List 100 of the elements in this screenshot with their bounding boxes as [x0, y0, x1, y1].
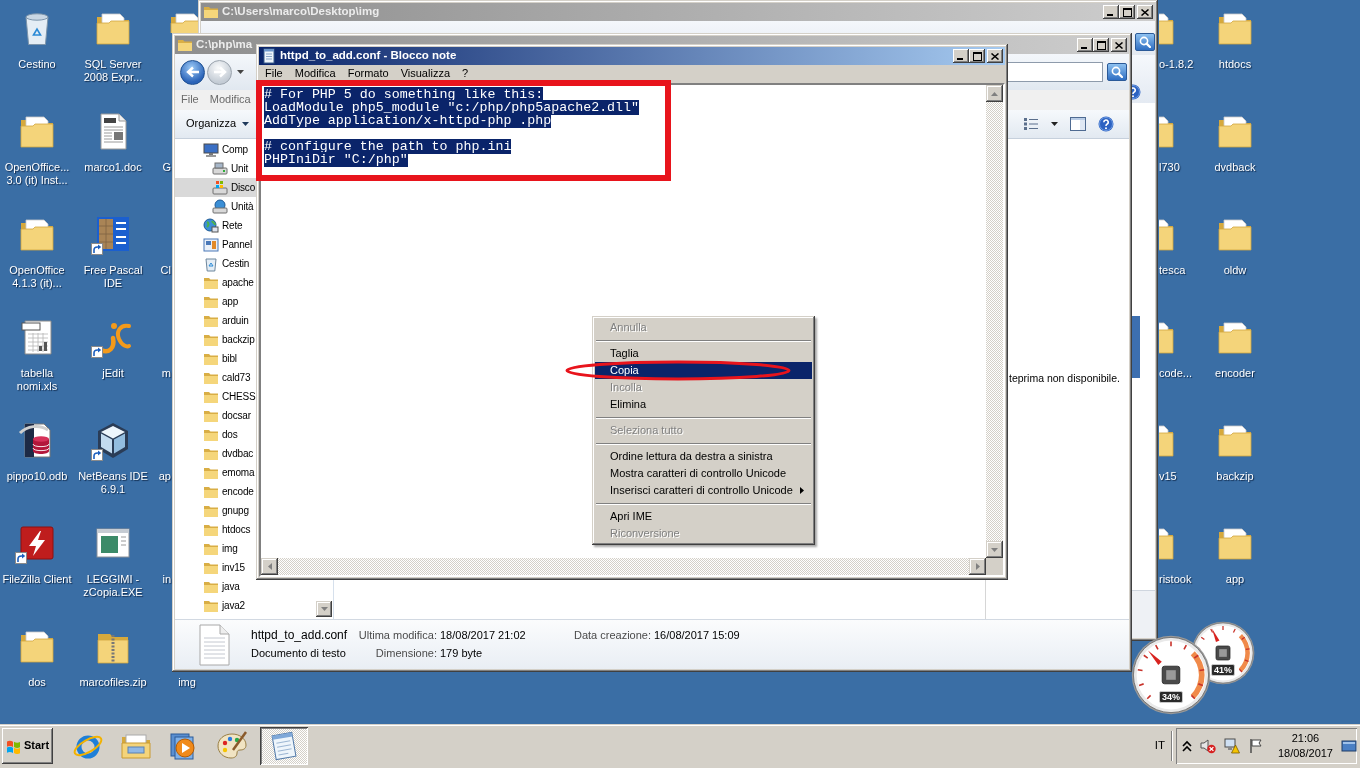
scroll-down-button[interactable]	[316, 601, 332, 617]
tree-item[interactable]: Cestin	[175, 254, 256, 273]
tree-item[interactable]: java2	[175, 596, 256, 615]
desktop-icon-label[interactable]: FileZilla Client	[2, 573, 72, 586]
menu-item[interactable]: ?	[456, 66, 475, 81]
language-indicator[interactable]: IT	[1154, 739, 1165, 753]
tree-item[interactable]: Unit	[175, 159, 256, 178]
bolt-tile-icon[interactable]	[17, 523, 57, 563]
tree-item[interactable]: backzip	[175, 330, 256, 349]
menu-item[interactable]: Elimina	[610, 397, 647, 412]
desktop-icon-label[interactable]: in	[150, 573, 171, 586]
caret-icon[interactable]	[1051, 122, 1058, 126]
organize-button[interactable]: Organizza	[186, 117, 250, 131]
menu-item[interactable]: Apri IME	[610, 509, 653, 524]
desktop-icon-label[interactable]: l730	[1159, 161, 1180, 174]
desktop-icon-label[interactable]: pippo10.odb	[6, 470, 68, 483]
desktop-icon-label[interactable]: OpenOffice... 3.0 (it) Inst...	[0, 161, 74, 187]
view-list-icon[interactable]	[1023, 117, 1039, 131]
tree-item[interactable]: htdocs	[175, 520, 256, 539]
maximize-button[interactable]	[969, 49, 985, 63]
preview-pane-icon[interactable]	[1070, 116, 1086, 132]
maximize-button[interactable]	[1093, 38, 1109, 52]
menu-item[interactable]: Taglia	[610, 346, 639, 361]
back-button[interactable]	[180, 59, 205, 85]
chevron-up-icon[interactable]	[1181, 738, 1192, 754]
tree-item[interactable]: gnupg	[175, 501, 256, 520]
tree-item[interactable]: apache	[175, 273, 256, 292]
menu-item[interactable]: File	[259, 66, 289, 81]
desktop-icon-label[interactable]: marcofiles.zip	[79, 676, 147, 689]
desktop-icon-label[interactable]: Cestino	[18, 58, 56, 71]
desktop-icon-label[interactable]: NetBeans IDE 6.9.1	[76, 470, 150, 496]
menu-item[interactable]: Modifica	[288, 66, 342, 81]
desktop-icon-label[interactable]: OpenOffice 4.1.3 (it)...	[0, 264, 74, 290]
search-field[interactable]	[1007, 62, 1103, 82]
help-icon[interactable]	[1098, 116, 1114, 132]
menu-item[interactable]: Formato	[341, 66, 395, 81]
tree-item[interactable]: dvdbac	[175, 444, 256, 463]
tree-item[interactable]: docsar	[175, 406, 256, 425]
tree-item[interactable]: encode	[175, 482, 256, 501]
start-button[interactable]: Start	[2, 728, 53, 764]
tree-item[interactable]: dos	[175, 425, 256, 444]
desktop-icon-label[interactable]: tesca	[1159, 264, 1186, 277]
tree-item[interactable]: app	[175, 292, 256, 311]
menu-item[interactable]: Inserisci caratteri di controllo Unicode	[610, 483, 793, 498]
scroll-left-button[interactable]	[261, 558, 278, 575]
tree-item[interactable]: java	[175, 577, 256, 596]
desktop-icon-label[interactable]: ap	[150, 470, 171, 483]
desktop-icon-label[interactable]: o-1.8.2	[1159, 58, 1194, 71]
speaker-muted-icon[interactable]	[1199, 738, 1216, 754]
desktop-icon-label[interactable]: img	[178, 676, 196, 689]
desktop-icon-label[interactable]: backzip	[1216, 470, 1254, 483]
desktop-icon-label[interactable]: m	[150, 367, 171, 380]
desktop-icon-label[interactable]: encoder	[1215, 367, 1255, 380]
desktop-icon-label[interactable]: tabella nomi.xls	[0, 367, 74, 393]
desktop-icon-label[interactable]: v15	[1159, 470, 1177, 483]
desktop-icon-label[interactable]: htdocs	[1218, 58, 1252, 71]
tree-item[interactable]: inv15	[175, 558, 256, 577]
desktop-icon-label[interactable]: SQL Server 2008 Expr...	[76, 58, 150, 84]
search-button[interactable]	[1135, 33, 1155, 51]
tree-item[interactable]: img	[175, 539, 256, 558]
desktop-icon-label[interactable]: jEdit	[102, 367, 124, 380]
search-button[interactable]	[1107, 63, 1127, 81]
desktop-icon-label[interactable]: LEGGIMI - zCopia.EXE	[76, 573, 150, 599]
menu-item[interactable]: Modifica	[209, 93, 251, 107]
desktop-icon-label[interactable]: Cl	[150, 264, 171, 277]
minimize-button[interactable]	[1103, 5, 1119, 19]
minimize-button[interactable]	[953, 49, 969, 63]
desktop-icon-label[interactable]: Free Pascal IDE	[76, 264, 150, 290]
tree-item[interactable]: emoma	[175, 463, 256, 482]
menu-item[interactable]: Visualizza	[394, 66, 456, 81]
menu-item[interactable]: File	[181, 93, 199, 107]
close-button[interactable]	[1111, 38, 1127, 52]
desktop-icon-label[interactable]: code...	[1159, 367, 1193, 380]
desktop-icon-label[interactable]: oldw	[1223, 264, 1247, 277]
close-button[interactable]	[1137, 5, 1153, 19]
flag-icon[interactable]	[1247, 738, 1264, 754]
desktop-icon-label[interactable]: dos	[28, 676, 46, 689]
scroll-right-button[interactable]	[969, 558, 986, 575]
minimize-button[interactable]	[1077, 38, 1093, 52]
caret-icon[interactable]	[237, 70, 244, 74]
network-warning-icon[interactable]	[1223, 738, 1240, 754]
tree-item[interactable]: Comp	[175, 140, 256, 159]
show-desktop-icon[interactable]	[1341, 738, 1357, 754]
tree-item[interactable]: Pannel	[175, 235, 256, 254]
menu-item[interactable]: Ordine lettura da destra a sinistra	[610, 449, 773, 464]
desktop-icon-label[interactable]: app	[1225, 573, 1245, 586]
desktop-icon-label[interactable]: G	[150, 161, 171, 174]
tree-item[interactable]: arduin	[175, 311, 256, 330]
close-button[interactable]	[987, 49, 1003, 63]
desktop-icon-label[interactable]: marco1.doc	[84, 161, 142, 174]
desktop-icon-label[interactable]: dvdback	[1214, 161, 1256, 174]
menu-item[interactable]: Mostra caratteri di controllo Unicode	[610, 466, 787, 481]
tree-item[interactable]: Disco	[175, 178, 256, 197]
taskbar-button[interactable]	[260, 727, 308, 765]
palette-icon[interactable]	[216, 730, 248, 762]
scroll-up-button[interactable]	[986, 85, 1003, 102]
tree-item[interactable]: Rete	[175, 216, 256, 235]
tree-item[interactable]: cald73	[175, 368, 256, 387]
tree-item[interactable]: Unità	[175, 197, 256, 216]
scroll-down-button[interactable]	[986, 541, 1003, 558]
